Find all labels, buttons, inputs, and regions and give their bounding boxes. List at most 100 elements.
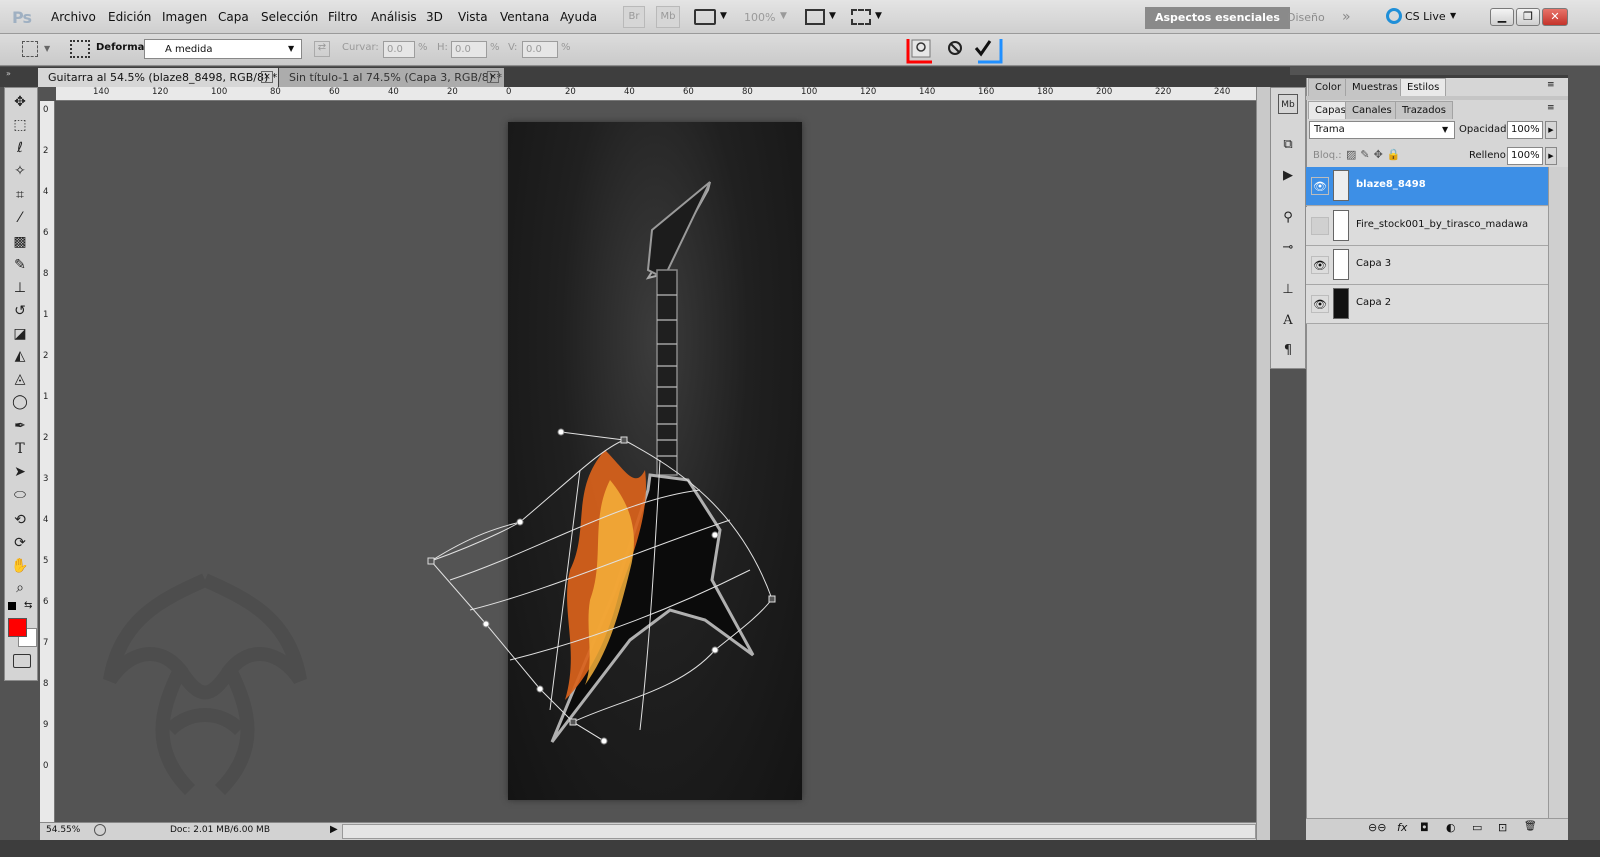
- menu-vista[interactable]: Vista: [458, 10, 488, 24]
- adjustment-layer-icon[interactable]: ◐: [1446, 821, 1456, 834]
- layer-mask-icon[interactable]: ◘: [1420, 821, 1429, 834]
- eraser-tool-icon[interactable]: ◪: [8, 323, 32, 345]
- warp-style-select[interactable]: A medida: [144, 39, 302, 59]
- eye-icon[interactable]: 👁: [1311, 295, 1329, 313]
- quick-mask-icon[interactable]: [13, 654, 31, 668]
- opacity-slider-arrow-icon[interactable]: ▶: [1545, 121, 1557, 139]
- lasso-tool-icon[interactable]: ℓ: [8, 137, 32, 159]
- menu-filtro[interactable]: Filtro: [328, 10, 357, 24]
- ellipse-tool-icon[interactable]: ⬭: [8, 484, 32, 506]
- menu-archivo[interactable]: Archivo: [51, 10, 96, 24]
- pen-tool-icon[interactable]: ✒: [8, 415, 32, 437]
- tab-estilos[interactable]: Estilos: [1400, 78, 1447, 96]
- chevron-down-icon[interactable]: ▼: [1442, 125, 1448, 134]
- new-layer-icon[interactable]: ⊡: [1498, 821, 1507, 834]
- menu-ayuda[interactable]: Ayuda: [560, 10, 597, 24]
- 3d-rotate-tool-icon[interactable]: ⟲: [8, 509, 32, 531]
- adjust-panel-icon[interactable]: ⊸: [1278, 238, 1298, 258]
- layer-row-capa2[interactable]: 👁 Capa 2: [1306, 285, 1548, 324]
- eye-icon[interactable]: 👁: [1311, 177, 1329, 195]
- more-workspaces-icon[interactable]: »: [1342, 9, 1351, 25]
- fx-icon[interactable]: fx: [1397, 821, 1407, 834]
- menu-edicion[interactable]: Edición: [108, 10, 151, 24]
- tab-guitarra[interactable]: Guitarra al 54.5% (blaze8_8498, RGB/8) *: [38, 68, 278, 87]
- restore-icon[interactable]: ❐: [1516, 8, 1540, 26]
- menu-ventana[interactable]: Ventana: [500, 10, 549, 24]
- minimize-icon[interactable]: ▁: [1490, 8, 1514, 26]
- menu-capa[interactable]: Capa: [218, 10, 249, 24]
- workspace-essentials[interactable]: Aspectos esenciales: [1145, 7, 1290, 29]
- clone-source-icon[interactable]: ⊥: [1278, 280, 1298, 300]
- view-extras-icon[interactable]: [694, 9, 716, 25]
- menu-imagen[interactable]: Imagen: [162, 10, 207, 24]
- blur-tool-icon[interactable]: ◬: [8, 368, 32, 390]
- commit-transform-icon[interactable]: [974, 40, 992, 57]
- move-tool-icon[interactable]: ✥: [8, 91, 32, 113]
- tab-sin-titulo[interactable]: Sin título-1 al 74.5% (Capa 3, RGB/8) *: [279, 68, 504, 87]
- minibridge-panel-icon[interactable]: Mb: [1278, 94, 1298, 114]
- horizontal-scrollbar[interactable]: [342, 824, 1256, 839]
- 3d-orbit-tool-icon[interactable]: ⟳: [8, 532, 32, 554]
- link-layers-icon[interactable]: ⊖⊖: [1368, 821, 1386, 834]
- play-arrow-icon[interactable]: ▶: [330, 824, 338, 835]
- layer-row-capa3[interactable]: 👁 Capa 3: [1306, 246, 1548, 285]
- v-input[interactable]: 0.0: [522, 41, 558, 58]
- eye-icon[interactable]: 👁: [1311, 256, 1329, 274]
- eye-hidden-icon[interactable]: [1311, 217, 1329, 235]
- marquee-tool-icon[interactable]: ⬚: [8, 114, 32, 136]
- chevron-down-icon[interactable]: ▼: [288, 44, 294, 53]
- minibridge-button[interactable]: Mb: [656, 6, 680, 28]
- dodge-tool-icon[interactable]: ◯: [8, 391, 32, 413]
- status-menu-icon[interactable]: [94, 824, 106, 836]
- zoom-readout[interactable]: 54.55%: [46, 825, 80, 835]
- eyedropper-tool-icon[interactable]: ⁄: [8, 207, 32, 229]
- history-panel-icon[interactable]: ⧉: [1278, 135, 1298, 155]
- swap-colors-icon[interactable]: ⇆: [24, 600, 32, 611]
- h-input[interactable]: 0.0: [451, 41, 487, 58]
- screen-mode-icon[interactable]: [851, 9, 871, 25]
- brush-tool-icon[interactable]: ✎: [8, 254, 32, 276]
- bridge-button[interactable]: Br: [623, 6, 645, 28]
- clone-stamp-tool-icon[interactable]: ⊥: [8, 277, 32, 299]
- close-tab-icon[interactable]: ×: [487, 71, 499, 83]
- tab-muestras[interactable]: Muestras: [1345, 78, 1405, 96]
- magic-wand-tool-icon[interactable]: ✧: [8, 160, 32, 182]
- trash-icon[interactable]: 🗑: [1524, 821, 1537, 832]
- history-brush-tool-icon[interactable]: ↺: [8, 300, 32, 322]
- actions-panel-icon[interactable]: ▶: [1278, 166, 1298, 186]
- collapse-icon[interactable]: »: [6, 69, 11, 78]
- foreground-color-swatch[interactable]: [8, 618, 27, 637]
- bend-input[interactable]: 0.0: [383, 41, 415, 58]
- warp-grid-icon[interactable]: [70, 40, 90, 58]
- layers-scrollbar[interactable]: [1548, 167, 1568, 818]
- default-colors-icon[interactable]: [8, 602, 16, 610]
- close-tab-icon[interactable]: ×: [261, 71, 273, 83]
- character-panel-icon[interactable]: A: [1278, 311, 1298, 331]
- chevron-down-icon[interactable]: ▼: [720, 11, 727, 21]
- zoom-level[interactable]: 100%: [744, 11, 775, 24]
- warp-orientation-icon[interactable]: ⇄: [314, 41, 330, 57]
- layers-menu-icon[interactable]: ≡: [1547, 103, 1555, 113]
- type-tool-icon[interactable]: T: [8, 438, 32, 460]
- cs-live-label[interactable]: CS Live: [1405, 10, 1446, 23]
- menu-3d[interactable]: 3D: [426, 10, 443, 24]
- chevron-down-icon[interactable]: ▼: [780, 11, 787, 21]
- tab-canales[interactable]: Canales: [1345, 101, 1399, 119]
- opacity-input[interactable]: 100%: [1507, 121, 1543, 139]
- blend-mode-select[interactable]: Trama: [1309, 121, 1455, 139]
- healing-brush-tool-icon[interactable]: ▩: [8, 231, 32, 253]
- layer-row-fire-stock[interactable]: Fire_stock001_by_tirasco_madawa: [1306, 207, 1548, 246]
- layer-row-blaze[interactable]: 👁 blaze8_8498: [1306, 167, 1548, 206]
- new-group-icon[interactable]: ▭: [1472, 821, 1482, 834]
- cs-live-icon[interactable]: [1386, 8, 1402, 24]
- crop-tool-icon[interactable]: ⌗: [8, 184, 32, 206]
- chevron-down-icon[interactable]: ▼: [44, 44, 50, 53]
- paint-bucket-tool-icon[interactable]: ◭: [8, 345, 32, 367]
- fill-slider-arrow-icon[interactable]: ▶: [1545, 147, 1557, 165]
- chevron-down-icon[interactable]: ▼: [875, 11, 882, 21]
- chevron-down-icon[interactable]: ▼: [829, 11, 836, 21]
- hand-tool-icon[interactable]: ✋: [8, 555, 32, 577]
- lock-icons[interactable]: ▨✎✥🔒: [1346, 148, 1405, 161]
- arrange-documents-icon[interactable]: [805, 9, 825, 25]
- tab-trazados[interactable]: Trazados: [1395, 101, 1453, 119]
